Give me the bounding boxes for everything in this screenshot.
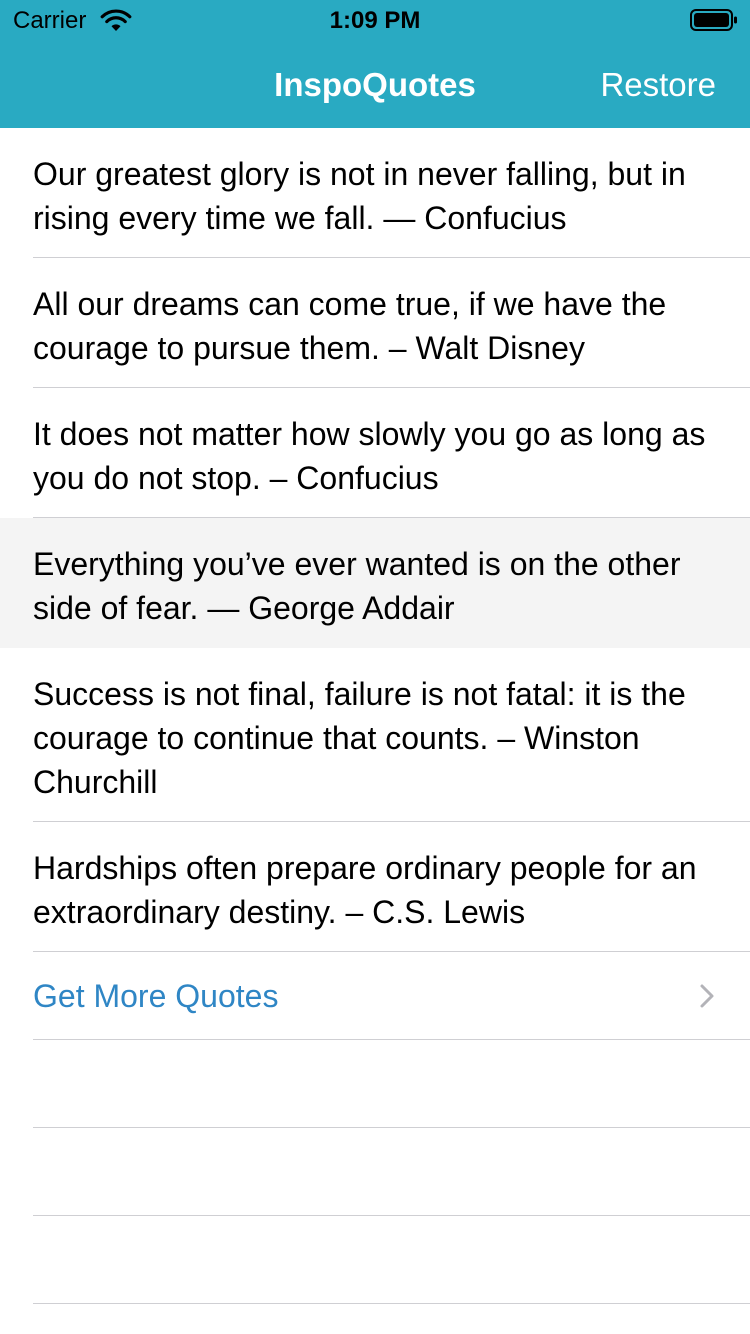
quote-text: All our dreams can come true, if we have… (33, 286, 667, 366)
quote-row-selected[interactable]: Everything you’ve ever wanted is on the … (0, 518, 750, 648)
header: Carrier 1:09 PM InspoQuotes Restore (0, 0, 750, 128)
quote-text: Hardships often prepare ordinary people … (33, 850, 697, 930)
quote-text: Our greatest glory is not in never falli… (33, 156, 686, 236)
get-more-quotes-row[interactable]: Get More Quotes (0, 952, 750, 1040)
quote-row[interactable]: Success is not final, failure is not fat… (0, 648, 750, 822)
battery-full-icon (690, 9, 737, 31)
status-time: 1:09 PM (329, 7, 421, 34)
empty-row (0, 1040, 750, 1128)
quote-row[interactable]: It does not matter how slowly you go as … (0, 388, 750, 518)
quote-text: Everything you’ve ever wanted is on the … (33, 546, 681, 626)
status-bar: Carrier 1:09 PM (0, 0, 750, 40)
quote-text: It does not matter how slowly you go as … (33, 416, 706, 496)
quote-text: Success is not final, failure is not fat… (33, 676, 686, 800)
empty-row (0, 1216, 750, 1304)
row-separator (33, 1303, 750, 1304)
nav-bar: InspoQuotes Restore (0, 40, 750, 128)
restore-button[interactable]: Restore (600, 66, 716, 104)
quote-row[interactable]: Hardships often prepare ordinary people … (0, 822, 750, 952)
quote-row[interactable]: Our greatest glory is not in never falli… (0, 128, 750, 258)
get-more-quotes-label: Get More Quotes (33, 978, 279, 1014)
quote-row[interactable]: All our dreams can come true, if we have… (0, 258, 750, 388)
app-screen: Carrier 1:09 PM InspoQuotes Restore Our … (0, 0, 750, 1334)
chevron-right-icon (700, 984, 714, 1008)
empty-row (0, 1128, 750, 1216)
